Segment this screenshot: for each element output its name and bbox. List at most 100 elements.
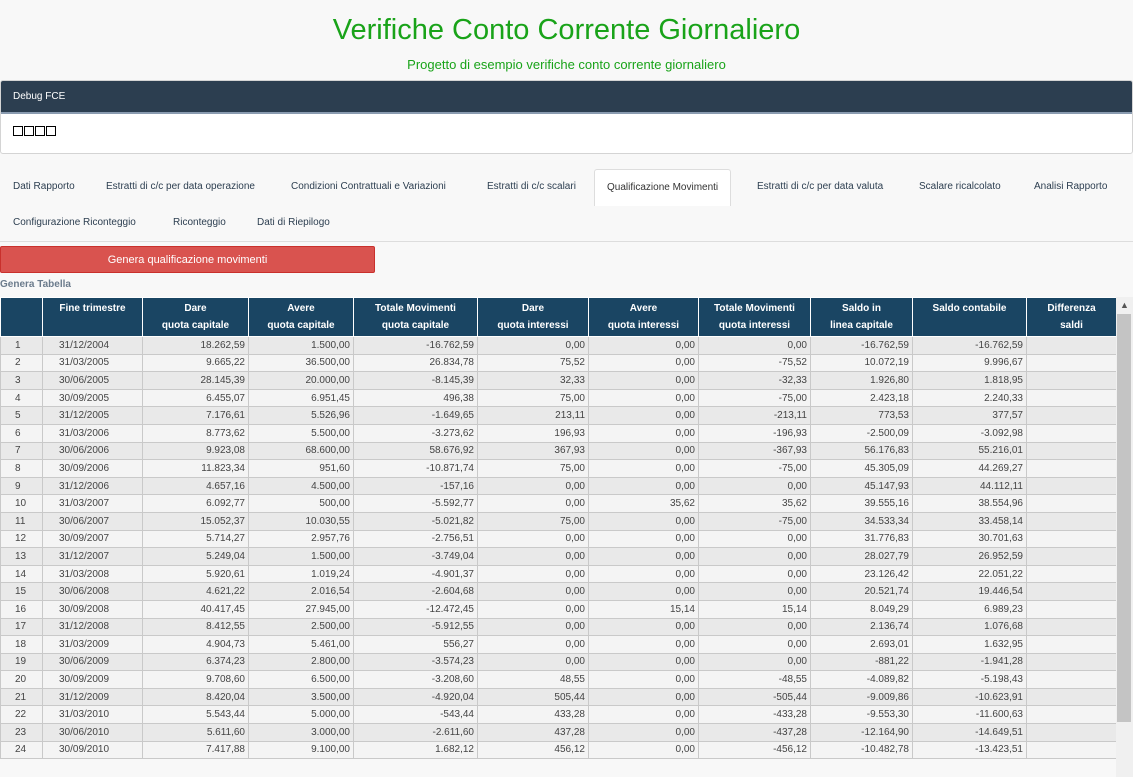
table-cell: -9.009,86 bbox=[810, 687, 913, 707]
table-cell: 2.800,00 bbox=[248, 652, 354, 672]
table-cell: 0,00 bbox=[477, 476, 589, 496]
table-cell: 2.136,74 bbox=[810, 617, 913, 637]
tab-bar: Dati Rapporto Estratti di c/c per data o… bbox=[0, 169, 1133, 242]
table-cell: 75,00 bbox=[477, 459, 589, 478]
table-cell: 44.269,27 bbox=[912, 459, 1027, 478]
table-cell: 30/06/2008 bbox=[42, 582, 143, 601]
table-cell: -75,00 bbox=[698, 388, 811, 408]
table-cell: 6.989,23 bbox=[912, 599, 1027, 619]
table-cell: -2.500,09 bbox=[810, 423, 913, 443]
table-cell: 5.543,44 bbox=[142, 705, 249, 725]
table-cell: -5.912,55 bbox=[353, 617, 478, 637]
column-header-line1: Differenza bbox=[1047, 303, 1096, 314]
table-cell: 8.049,29 bbox=[810, 599, 913, 619]
table-cell: 28.027,79 bbox=[810, 547, 913, 566]
generate-qualification-button[interactable]: Genera qualificazione movimenti bbox=[0, 246, 375, 273]
table-cell: 0,00 bbox=[588, 582, 699, 601]
table-cell: 15,14 bbox=[588, 599, 699, 619]
table-cell: 0,00 bbox=[588, 423, 699, 443]
table-cell: -3.208,60 bbox=[353, 670, 478, 689]
tab-dati-rapporto[interactable]: Dati Rapporto bbox=[13, 169, 75, 205]
table-cell: 0,00 bbox=[477, 582, 589, 601]
table-row: 7 30/06/2006 9.923,08 68.600,00 58.676,92 367… bbox=[0, 441, 1117, 461]
tab-estratti-scalari[interactable]: Estratti di c/c scalari bbox=[487, 169, 576, 205]
table-cell: 6.092,77 bbox=[142, 494, 249, 513]
table-row: 6 31/03/2006 8.773,62 5.500,00 -3.273,62 196,… bbox=[0, 423, 1117, 443]
table-cell: 0,00 bbox=[588, 635, 699, 654]
table-cell: 0,00 bbox=[698, 529, 811, 549]
tab-analisi-rapporto[interactable]: Analisi Rapporto bbox=[1034, 169, 1107, 205]
table-cell: 30/09/2005 bbox=[42, 388, 143, 408]
table-cell: 21 bbox=[0, 687, 43, 707]
table-row: 21 31/12/2009 8.420,04 3.500,00 -4.920,04 505… bbox=[0, 687, 1117, 707]
table-cell bbox=[1026, 635, 1117, 654]
table-cell: 0,00 bbox=[588, 670, 699, 689]
table-cell bbox=[1026, 353, 1117, 373]
page-subtitle: Progetto di esempio verifiche conto corr… bbox=[407, 57, 726, 72]
tab-qualificazione-movimenti[interactable]: Qualificazione Movimenti bbox=[594, 169, 732, 206]
table-cell bbox=[1026, 547, 1117, 566]
table-cell: 31/03/2005 bbox=[42, 353, 143, 373]
table-cell: 6.500,00 bbox=[248, 670, 354, 689]
table-cell: 496,38 bbox=[353, 388, 478, 408]
column-header-line2: quota capitale bbox=[161, 320, 230, 331]
table-cell: 0,00 bbox=[698, 582, 811, 601]
tab-estratti-data-operazione[interactable]: Estratti di c/c per data operazione bbox=[106, 169, 255, 205]
table-cell: -4.920,04 bbox=[353, 687, 478, 707]
column-header: Avere quota capitale bbox=[248, 297, 354, 337]
table-cell: 24 bbox=[0, 740, 43, 760]
table-cell bbox=[1026, 687, 1117, 707]
tab-scalare-ricalcolato[interactable]: Scalare ricalcolato bbox=[919, 169, 1001, 205]
table-cell: 48,55 bbox=[477, 670, 589, 689]
table-cell: 9.100,00 bbox=[248, 740, 354, 760]
tab-condizioni-contrattuali[interactable]: Condizioni Contrattuali e Variazioni bbox=[291, 169, 446, 205]
table-cell: -75,00 bbox=[698, 459, 811, 478]
debug-panel-title: Debug FCE bbox=[1, 81, 1132, 114]
table-cell: 30.701,63 bbox=[912, 529, 1027, 549]
table-cell: 15,14 bbox=[698, 599, 811, 619]
table-cell: 31.776,83 bbox=[810, 529, 913, 549]
table-cell: -4.089,82 bbox=[810, 670, 913, 689]
column-header-line2: quota interessi bbox=[718, 320, 791, 331]
table-cell: -9.553,30 bbox=[810, 705, 913, 725]
tab-estratti-data-valuta[interactable]: Estratti di c/c per data valuta bbox=[757, 169, 883, 205]
tab-riconteggio[interactable]: Riconteggio bbox=[173, 205, 226, 241]
table-cell: -437,28 bbox=[698, 723, 811, 742]
table-cell bbox=[1026, 670, 1117, 689]
table-cell: -4.901,37 bbox=[353, 564, 478, 584]
table-cell: 6.455,07 bbox=[142, 388, 249, 408]
table-cell: -5.592,77 bbox=[353, 494, 478, 513]
table-cell: 4.904,73 bbox=[142, 635, 249, 654]
scrollbar-thumb[interactable] bbox=[1117, 314, 1131, 722]
scroll-up-arrow-icon[interactable]: ▲ bbox=[1116, 297, 1133, 313]
movements-table: Fine trimestre Dare quota capitale Avere quo… bbox=[0, 297, 1117, 760]
table-cell: 11.823,34 bbox=[142, 459, 249, 478]
column-header-line2: quota interessi bbox=[607, 320, 680, 331]
table-cell: 5.249,04 bbox=[142, 547, 249, 566]
table-cell: 45.147,93 bbox=[810, 476, 913, 496]
table-cell: 0,00 bbox=[477, 494, 589, 513]
table-cell bbox=[1026, 723, 1117, 742]
table-cell: 30/09/2006 bbox=[42, 459, 143, 478]
table-cell bbox=[1026, 529, 1117, 549]
vertical-scrollbar[interactable]: ▲ bbox=[1116, 297, 1133, 777]
table-cell: 10 bbox=[0, 494, 43, 513]
table-cell: -32,33 bbox=[698, 371, 811, 390]
tab-configurazione-riconteggio[interactable]: Configurazione Riconteggio bbox=[13, 205, 136, 241]
column-header: Saldo in linea capitale bbox=[810, 297, 913, 337]
table-cell: 58.676,92 bbox=[353, 441, 478, 461]
table-cell bbox=[1026, 423, 1117, 443]
table-cell: 2 bbox=[0, 353, 43, 373]
table-cell bbox=[1026, 441, 1117, 461]
table-cell: 4 bbox=[0, 388, 43, 408]
table-cell: -543,44 bbox=[353, 705, 478, 725]
table-cell: 10.030,55 bbox=[248, 511, 354, 531]
table-cell: 213,11 bbox=[477, 406, 589, 425]
tab-dati-riepilogo[interactable]: Dati di Riepilogo bbox=[257, 205, 330, 241]
table-cell: 31/12/2005 bbox=[42, 406, 143, 425]
table-cell: 4.657,16 bbox=[142, 476, 249, 496]
table-cell: -10.482,78 bbox=[810, 740, 913, 760]
table-cell: 5.920,61 bbox=[142, 564, 249, 584]
movements-table-container: Fine trimestre Dare quota capitale Avere quo… bbox=[0, 297, 1133, 777]
table-cell: 11 bbox=[0, 511, 43, 531]
